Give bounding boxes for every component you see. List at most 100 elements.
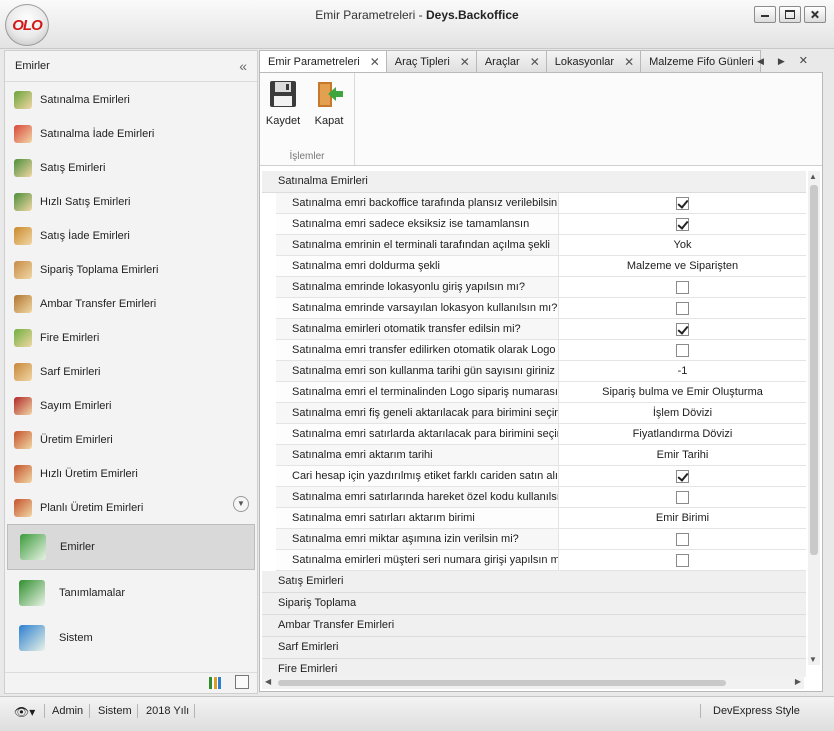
- grid-checkbox[interactable]: [676, 343, 689, 357]
- minimize-button[interactable]: [754, 6, 776, 23]
- grid-checkbox[interactable]: [676, 490, 689, 504]
- grid-row[interactable]: Satınalma emrinde varsayılan lokasyon ku…: [276, 298, 806, 319]
- close-window-button[interactable]: [804, 6, 826, 23]
- grid-category[interactable]: Ambar Transfer Emirleri: [262, 615, 806, 637]
- grid-category[interactable]: Sarf Emirleri: [262, 637, 806, 659]
- grid-row[interactable]: Satınalma emri transfer edilirken otomat…: [276, 340, 806, 361]
- tab-prev-icon[interactable]: ◀: [757, 56, 778, 66]
- tab-close-icon[interactable]: ✕: [370, 55, 380, 69]
- sidebar-item[interactable]: Planlı Üretim Emirleri: [5, 491, 257, 525]
- grid-row[interactable]: Satınalma emri satırları aktarım birimi E…: [276, 508, 806, 529]
- tab[interactable]: Lokasyonlar ✕: [545, 50, 642, 72]
- grid-row-value[interactable]: Fiyatlandırma Dövizi: [559, 424, 806, 444]
- tab-close-icon[interactable]: ✕: [460, 55, 470, 69]
- save-button[interactable]: Kaydet: [262, 79, 304, 127]
- sidebar-item[interactable]: Sipariş Toplama Emirleri: [5, 253, 257, 287]
- grid-row[interactable]: Satınalma emri fiş geneli aktarılacak pa…: [276, 403, 806, 424]
- grid-row[interactable]: Satınalma emri miktar aşımına izin veril…: [276, 529, 806, 550]
- grid-checkbox[interactable]: [676, 196, 689, 210]
- grid-row[interactable]: Satınalma emirleri müşteri seri numara g…: [276, 550, 806, 571]
- grid-row[interactable]: Satınalma emrinde lokasyonlu giriş yapıl…: [276, 277, 806, 298]
- grid-row-value[interactable]: Emir Tarihi: [559, 445, 806, 465]
- grid-row[interactable]: Satınalma emri el terminalinden Logo sip…: [276, 382, 806, 403]
- sidebar-group[interactable]: Tanımlamalar: [7, 571, 255, 615]
- tab-close-icon[interactable]: ✕: [530, 55, 540, 69]
- sidebar-group[interactable]: Sistem: [7, 616, 255, 660]
- vertical-scrollbar[interactable]: ▲ ▼: [808, 171, 820, 665]
- sidebar-item[interactable]: Satış İade Emirleri: [5, 219, 257, 253]
- sidebar-item[interactable]: Satış Emirleri: [5, 151, 257, 185]
- sidebar-group[interactable]: Emirler: [7, 524, 255, 570]
- grid-row[interactable]: Satınalma emri satırlarda aktarılacak pa…: [276, 424, 806, 445]
- grid-checkbox[interactable]: [676, 322, 689, 336]
- grid-row-value[interactable]: [559, 550, 806, 570]
- tab[interactable]: Araçlar ✕: [475, 50, 547, 72]
- chart-icon[interactable]: [209, 677, 221, 689]
- scroll-left-icon[interactable]: ◀: [265, 677, 271, 686]
- tab-close-icon[interactable]: ✕: [624, 55, 634, 69]
- tab[interactable]: Malzeme Fifo Günleri: [640, 50, 761, 72]
- grid-row-value[interactable]: [559, 214, 806, 234]
- horizontal-scrollbar[interactable]: ◀ ▶: [262, 677, 804, 689]
- grid-row-value[interactable]: [559, 529, 806, 549]
- grid-row-value[interactable]: Yok: [559, 235, 806, 255]
- close-button[interactable]: Kapat: [308, 79, 350, 127]
- sidebar-item[interactable]: Sayım Emirleri: [5, 389, 257, 423]
- scroll-up-icon[interactable]: ▲: [809, 172, 817, 181]
- grid-row[interactable]: Satınalma emri satırlarında hareket özel…: [276, 487, 806, 508]
- sidebar-item[interactable]: Sarf Emirleri: [5, 355, 257, 389]
- grid-row-value[interactable]: [559, 298, 806, 318]
- grid-row-value[interactable]: [559, 466, 806, 486]
- grid-row-value[interactable]: Emir Birimi: [559, 508, 806, 528]
- grid-checkbox[interactable]: [676, 217, 689, 231]
- grid-row-value[interactable]: -1: [559, 361, 806, 381]
- config-icon[interactable]: [235, 675, 249, 689]
- grid-row[interactable]: Satınalma emri doldurma şekli Malzeme ve …: [276, 256, 806, 277]
- sidebar-item[interactable]: Hızlı Satış Emirleri: [5, 185, 257, 219]
- grid-row[interactable]: Satınalma emirleri otomatik transfer edi…: [276, 319, 806, 340]
- tab-next-icon[interactable]: ▶: [778, 56, 799, 66]
- grid-row[interactable]: Satınalma emri son kullanma tarihi gün s…: [276, 361, 806, 382]
- grid-row[interactable]: Satınalma emri backoffice tarafında plan…: [276, 193, 806, 214]
- grid-row-value[interactable]: Malzeme ve Siparişten: [559, 256, 806, 276]
- sidebar-item[interactable]: Hızlı Üretim Emirleri: [5, 457, 257, 491]
- sidebar-item[interactable]: Fire Emirleri: [5, 321, 257, 355]
- grid-row[interactable]: Satınalma emri aktarım tarihi Emir Tarihi: [276, 445, 806, 466]
- collapse-sidebar-icon[interactable]: «: [239, 58, 247, 74]
- scroll-right-icon[interactable]: ▶: [795, 677, 801, 686]
- sidebar-item[interactable]: Üretim Emirleri: [5, 423, 257, 457]
- grid-checkbox[interactable]: [676, 469, 689, 483]
- horizontal-scroll-thumb[interactable]: [278, 680, 726, 686]
- eye-dropdown-icon[interactable]: 👁▾: [14, 705, 35, 719]
- grid-row[interactable]: Satınalma emrinin el terminali tarafında…: [276, 235, 806, 256]
- sidebar-item[interactable]: Satınalma İade Emirleri: [5, 117, 257, 151]
- chevron-down-icon[interactable]: ▼: [233, 496, 249, 512]
- grid-checkbox[interactable]: [676, 532, 689, 546]
- status-skin-style[interactable]: DevExpress Style: [713, 705, 800, 717]
- grid-checkbox[interactable]: [676, 553, 689, 567]
- grid-row-value[interactable]: [559, 193, 806, 213]
- tab[interactable]: Araç Tipleri ✕: [385, 50, 477, 72]
- grid-row-value[interactable]: [559, 487, 806, 507]
- grid-category[interactable]: Satınalma Emirleri: [262, 171, 806, 193]
- grid-row-value[interactable]: [559, 340, 806, 360]
- grid-row-value[interactable]: Sipariş bulma ve Emir Oluşturma: [559, 382, 806, 402]
- grid-row[interactable]: Satınalma emri sadece eksiksiz ise tamam…: [276, 214, 806, 235]
- grid-category[interactable]: Fire Emirleri: [262, 659, 806, 677]
- grid-category[interactable]: Satış Emirleri: [262, 571, 806, 593]
- grid-checkbox[interactable]: [676, 280, 689, 294]
- tab[interactable]: Emir Parametreleri ✕: [259, 50, 387, 73]
- scroll-down-icon[interactable]: ▼: [809, 655, 817, 664]
- maximize-button[interactable]: [779, 6, 801, 23]
- tab-close-icon[interactable]: ✕: [799, 55, 822, 67]
- grid-row-name: Satınalma emirleri otomatik transfer edi…: [276, 319, 559, 339]
- sidebar-item[interactable]: Ambar Transfer Emirleri: [5, 287, 257, 321]
- grid-row-value[interactable]: [559, 277, 806, 297]
- grid-row-value[interactable]: İşlem Dövizi: [559, 403, 806, 423]
- sidebar-item[interactable]: Satınalma Emirleri: [5, 83, 257, 117]
- vertical-scroll-thumb[interactable]: [810, 185, 818, 555]
- grid-row[interactable]: Cari hesap için yazdırılmış etiket farkl…: [276, 466, 806, 487]
- grid-checkbox[interactable]: [676, 301, 689, 315]
- grid-row-value[interactable]: [559, 319, 806, 339]
- grid-category[interactable]: Sipariş Toplama: [262, 593, 806, 615]
